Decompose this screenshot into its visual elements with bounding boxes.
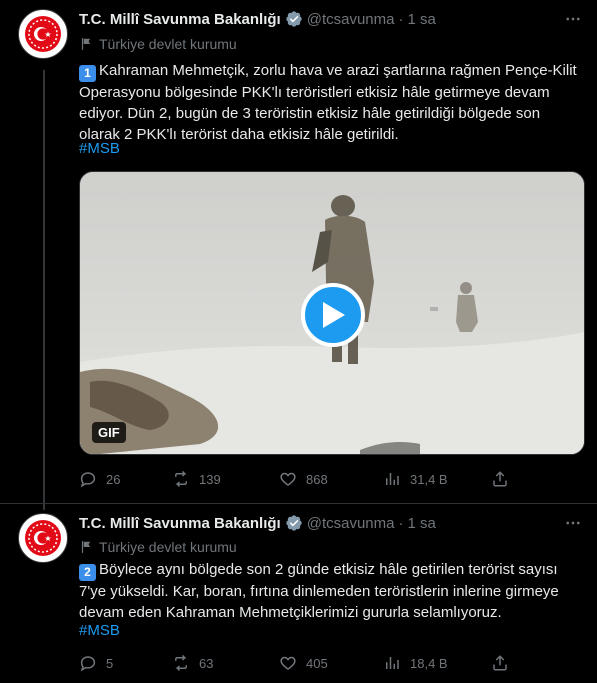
thread-line bbox=[43, 70, 45, 510]
affiliation-label: Türkiye devlet kurumu bbox=[79, 35, 237, 53]
media-video[interactable]: GIF bbox=[79, 171, 585, 455]
reply-count: 26 bbox=[106, 471, 121, 487]
tweet-2[interactable]: T.C. Millî Savunma Bakanlığı @tcsavunma … bbox=[0, 503, 597, 683]
number-badge: 1 bbox=[79, 65, 96, 82]
retweet-button[interactable]: 139 bbox=[172, 470, 279, 488]
play-icon bbox=[323, 302, 345, 328]
tweet-text: 1 Kahraman Mehmetçik, zorlu hava ve arazi… bbox=[79, 62, 577, 143]
account-handle[interactable]: @tcsavunma bbox=[307, 11, 395, 28]
tweet-1[interactable]: T.C. Millî Savunma Bakanlığı @tcsavunma … bbox=[0, 0, 597, 510]
verified-badge-icon[interactable] bbox=[285, 514, 303, 532]
like-icon bbox=[280, 656, 296, 670]
views-button[interactable]: 31,4 B bbox=[383, 470, 491, 488]
retweet-count: 139 bbox=[199, 471, 221, 487]
views-icon bbox=[386, 657, 399, 669]
share-icon bbox=[493, 471, 507, 487]
views-icon bbox=[386, 473, 399, 485]
like-button[interactable]: 868 bbox=[279, 470, 383, 488]
flag-icon bbox=[81, 541, 91, 553]
like-count: 405 bbox=[306, 655, 328, 671]
account-name[interactable]: T.C. Millî Savunma Bakanlığı bbox=[79, 11, 281, 28]
tweet-time[interactable]: 1 sa bbox=[407, 11, 435, 28]
reply-count: 5 bbox=[106, 655, 114, 671]
number-badge: 2 bbox=[79, 564, 96, 581]
account-name[interactable]: T.C. Millî Savunma Bakanlığı bbox=[79, 515, 281, 532]
tweet-text: 2 Böylece aynı bölgede son 2 günde etkisi… bbox=[79, 561, 559, 621]
like-button[interactable]: 405 bbox=[279, 654, 383, 672]
retweet-icon bbox=[175, 654, 187, 672]
avatar[interactable] bbox=[18, 513, 68, 563]
ministry-emblem-icon bbox=[25, 16, 61, 52]
account-handle[interactable]: @tcsavunma bbox=[307, 515, 395, 532]
flag-icon bbox=[81, 38, 91, 50]
reply-icon bbox=[80, 656, 96, 672]
share-button[interactable] bbox=[491, 470, 509, 488]
views-button[interactable]: 18,4 B bbox=[383, 654, 491, 672]
reply-icon bbox=[80, 472, 96, 488]
verified-badge-icon[interactable] bbox=[285, 10, 303, 28]
ministry-emblem-icon bbox=[25, 520, 61, 556]
play-button[interactable] bbox=[301, 283, 365, 347]
retweet-count: 63 bbox=[199, 655, 214, 671]
share-icon bbox=[493, 655, 507, 671]
like-count: 868 bbox=[306, 471, 328, 487]
affiliation-label: Türkiye devlet kurumu bbox=[79, 538, 237, 556]
view-count: 18,4 B bbox=[410, 655, 448, 671]
more-icon[interactable] bbox=[563, 513, 583, 533]
retweet-icon bbox=[175, 470, 187, 488]
like-icon bbox=[280, 472, 296, 486]
share-button[interactable] bbox=[491, 654, 509, 672]
view-count: 31,4 B bbox=[410, 471, 448, 487]
gif-badge: GIF bbox=[92, 422, 126, 443]
hashtag-link[interactable]: #MSB bbox=[79, 140, 120, 157]
more-icon[interactable] bbox=[563, 9, 583, 29]
hashtag-link[interactable]: #MSB bbox=[79, 622, 120, 639]
avatar[interactable] bbox=[18, 9, 68, 59]
reply-button[interactable]: 26 bbox=[79, 470, 172, 488]
tweet-time[interactable]: 1 sa bbox=[407, 515, 435, 532]
reply-button[interactable]: 5 bbox=[79, 654, 172, 672]
retweet-button[interactable]: 63 bbox=[172, 654, 279, 672]
